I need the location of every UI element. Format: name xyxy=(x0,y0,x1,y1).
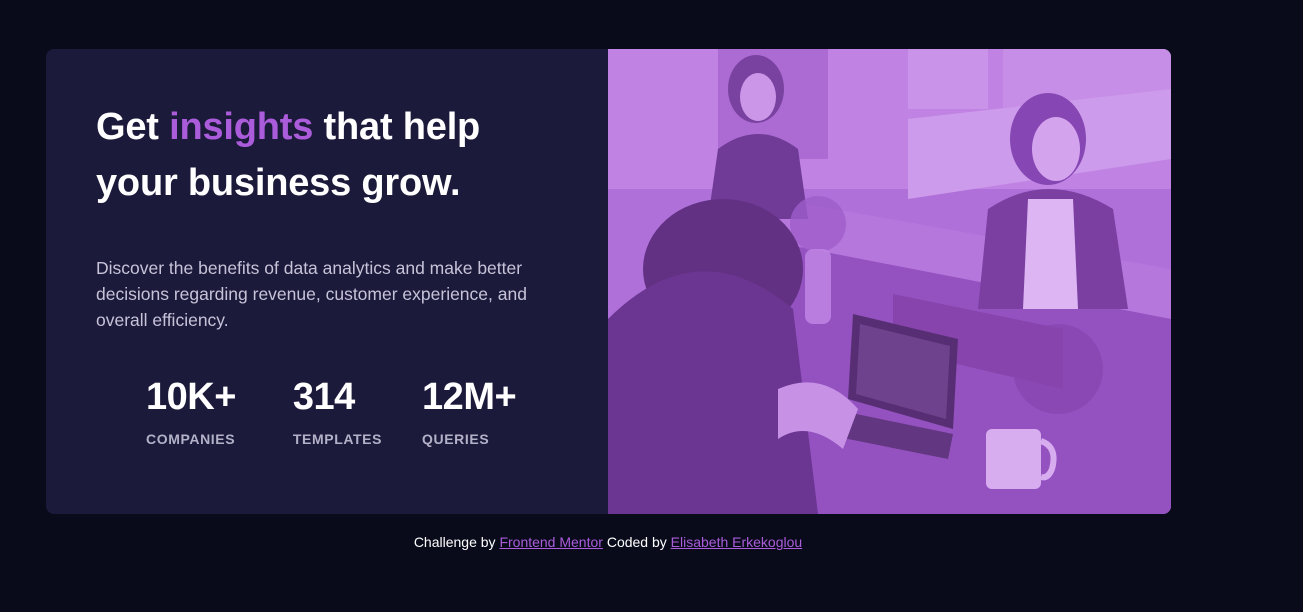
stats-row: 10K+ COMPANIES 314 TEMPLATES 12M+ QUERIE… xyxy=(146,375,573,447)
stat-value: 314 xyxy=(292,376,355,418)
headline-start: Get xyxy=(96,106,170,148)
stat-label: TEMPLATES xyxy=(292,431,383,447)
header-image xyxy=(608,49,1171,514)
author-link[interactable]: Elisabeth Erkekoglou xyxy=(671,534,803,550)
stat-queries: 12M+ QUERIES xyxy=(422,375,517,447)
headline-accent: insights xyxy=(169,106,314,148)
attribution-middle: Coded by xyxy=(602,534,671,550)
attribution: Challenge by Frontend Mentor Coded by El… xyxy=(0,534,1216,550)
stat-value: 10K+ xyxy=(146,376,236,418)
stat-templates: 314 TEMPLATES xyxy=(293,375,382,447)
frontend-mentor-link[interactable]: Frontend Mentor xyxy=(499,534,603,550)
stat-label: QUERIES xyxy=(422,431,490,447)
office-photo-image xyxy=(608,49,1171,514)
stats-preview-card: Get insights that help your business gro… xyxy=(46,49,1171,514)
headline: Get insights that help your business gro… xyxy=(96,99,556,211)
card-content: Get insights that help your business gro… xyxy=(46,49,608,514)
stat-label: COMPANIES xyxy=(146,431,236,447)
attribution-prefix: Challenge by xyxy=(413,534,500,550)
stat-value: 12M+ xyxy=(422,376,517,418)
stat-companies: 10K+ COMPANIES xyxy=(146,375,236,447)
description: Discover the benefits of data analytics … xyxy=(96,258,527,330)
